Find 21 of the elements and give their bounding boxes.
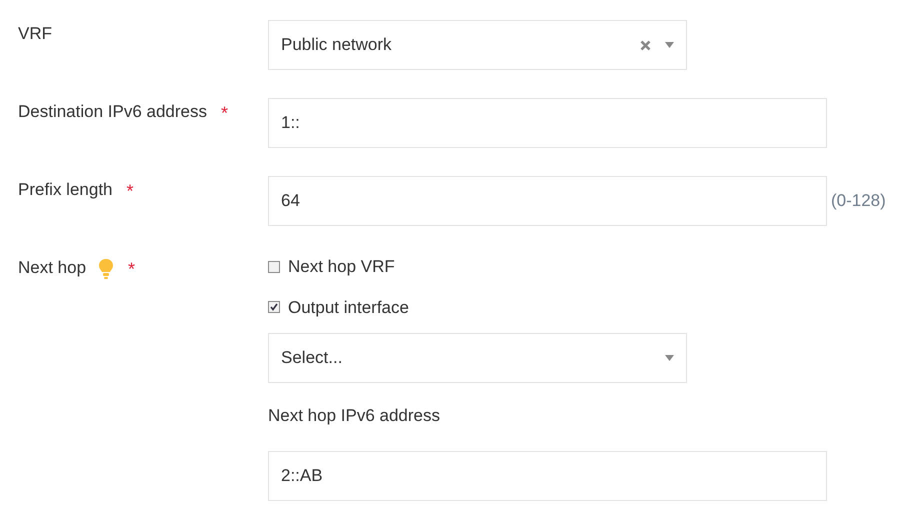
required-asterisk: * — [128, 258, 136, 278]
checkbox[interactable] — [268, 260, 280, 273]
field-label: Next hop IPv6 address — [268, 405, 441, 427]
checkbox[interactable] — [268, 301, 280, 314]
select-field[interactable]: Public network — [268, 20, 687, 70]
caret-icon — [665, 355, 674, 361]
checkbox-label[interactable]: Output interface — [288, 294, 409, 320]
required-asterisk: * — [126, 180, 134, 200]
field-label: Next hop — [18, 257, 86, 279]
caret-icon — [665, 42, 674, 48]
field-label: Prefix length — [18, 179, 112, 201]
range-hint: (0-128) — [831, 190, 886, 212]
input-field[interactable]: 1:: — [268, 98, 827, 148]
checkbox-label[interactable]: Next hop VRF — [288, 254, 395, 280]
required-asterisk: * — [221, 102, 228, 122]
field-label: VRF — [18, 23, 52, 45]
input-field[interactable]: 64 — [268, 176, 827, 226]
field-label: Destination IPv6 address — [18, 101, 207, 123]
clear-icon[interactable] — [640, 40, 651, 50]
input-field[interactable]: 2::AB — [268, 450, 827, 500]
select-field[interactable]: Select... — [268, 333, 687, 383]
